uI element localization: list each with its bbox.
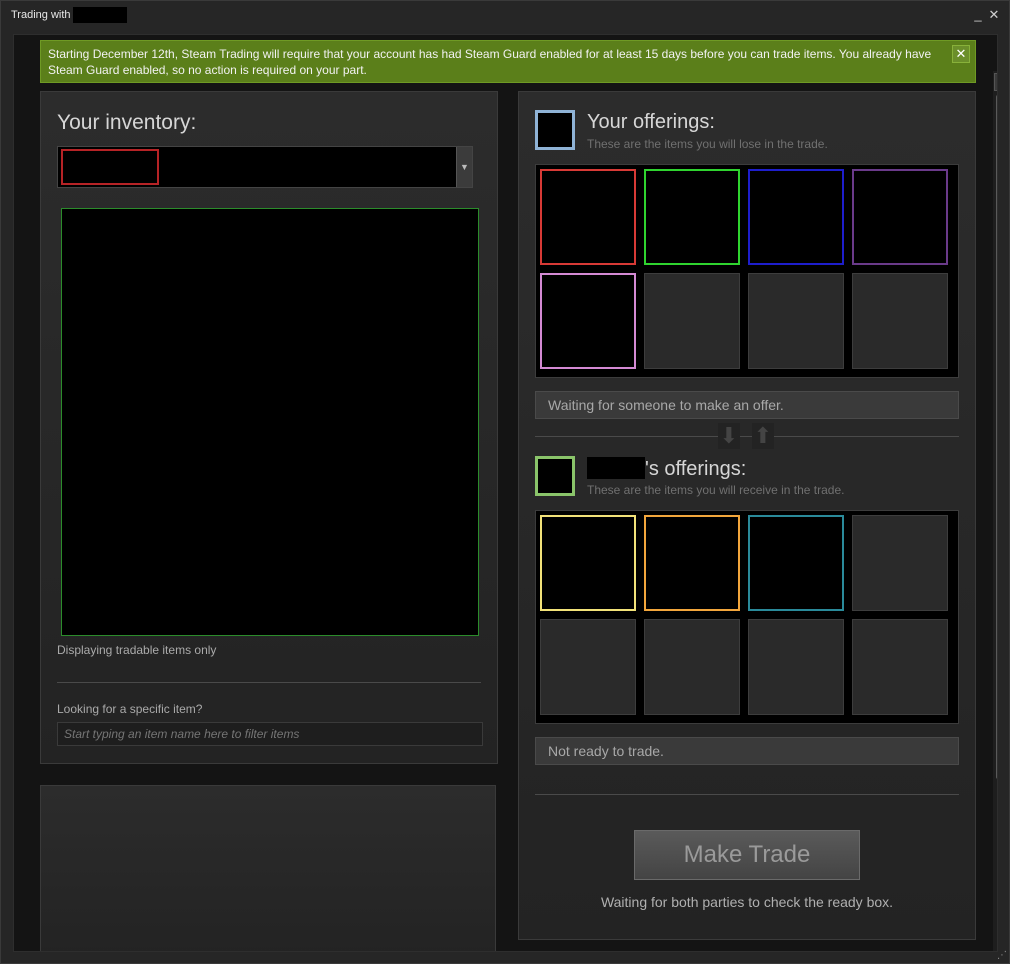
redacted-partner-name xyxy=(587,457,645,479)
your-offering-slot-3[interactable] xyxy=(748,169,844,265)
notice-close-button[interactable]: ✕ xyxy=(952,45,970,63)
waiting-label: Waiting for both parties to check the re… xyxy=(600,894,894,910)
partner-offerings-subtitle: These are the items you will receive in … xyxy=(587,483,845,497)
vertical-scrollbar[interactable]: ▲ ⋮⋮⋮ ▼ xyxy=(993,71,997,951)
minimize-button[interactable]: _ xyxy=(971,7,985,23)
partner-offering-slot-1[interactable] xyxy=(540,515,636,611)
partner-offering-slot-6[interactable] xyxy=(644,619,740,715)
arrow-up-icon: ⬆ xyxy=(752,423,774,449)
steam-guard-notice: Starting December 12th, Steam Trading wi… xyxy=(40,40,976,83)
window-title: Trading with xyxy=(11,9,71,21)
grip-icon: ⋮⋮⋮ xyxy=(996,427,997,436)
trade-panel: Your offerings: These are the items you … xyxy=(518,91,976,940)
displaying-tradable-label: Displaying tradable items only xyxy=(57,643,217,657)
your-offerings-subtitle: These are the items you will lose in the… xyxy=(587,137,828,151)
your-offering-slot-8[interactable] xyxy=(852,273,948,369)
your-offerings-title: Your offerings: xyxy=(587,111,715,133)
your-offering-slot-7[interactable] xyxy=(748,273,844,369)
looking-for-item-label: Looking for a specific item? xyxy=(57,702,203,716)
arrow-down-icon: ⬇ xyxy=(718,423,740,449)
your-avatar xyxy=(535,110,575,150)
your-offering-slot-2[interactable] xyxy=(644,169,740,265)
close-window-button[interactable]: ✕ xyxy=(987,7,1001,23)
partner-offering-slot-7[interactable] xyxy=(748,619,844,715)
your-offering-slot-4[interactable] xyxy=(852,169,948,265)
divider xyxy=(535,794,959,795)
notice-text: Starting December 12th, Steam Trading wi… xyxy=(48,47,932,77)
your-offering-slot-1[interactable] xyxy=(540,169,636,265)
partner-offering-slot-3[interactable] xyxy=(748,515,844,611)
divider xyxy=(57,682,481,683)
your-offering-slot-5[interactable] xyxy=(540,273,636,369)
inventory-panel: Your inventory: ▼ Displaying tradable it… xyxy=(40,91,498,764)
partner-offerings-slots xyxy=(535,510,959,724)
trade-content: Starting December 12th, Steam Trading wi… xyxy=(13,34,998,952)
trade-window: Trading with _ ✕ Starting December 12th,… xyxy=(0,0,1010,964)
partner-offerings-title-text: 's offerings: xyxy=(645,458,747,480)
partner-offering-slot-8[interactable] xyxy=(852,619,948,715)
scrollbar-thumb[interactable]: ⋮⋮⋮ xyxy=(996,95,997,779)
selected-game-icon xyxy=(61,149,159,185)
partner-offering-slot-4[interactable] xyxy=(852,515,948,611)
scroll-up-icon[interactable]: ▲ xyxy=(994,73,997,91)
resize-grip-icon[interactable]: ⋰ xyxy=(997,950,1007,961)
item-info-panel xyxy=(40,785,496,951)
partner-offering-slot-2[interactable] xyxy=(644,515,740,611)
item-filter-input[interactable] xyxy=(57,722,483,746)
make-trade-button[interactable]: Make Trade xyxy=(634,830,860,880)
your-status-bar: Waiting for someone to make an offer. xyxy=(535,391,959,419)
title-bar[interactable]: Trading with _ ✕ xyxy=(1,1,1009,31)
partner-offering-slot-5[interactable] xyxy=(540,619,636,715)
partner-offerings-title: 's offerings: xyxy=(587,457,746,481)
your-offerings-slots xyxy=(535,164,959,378)
inventory-grid[interactable] xyxy=(61,208,479,636)
redacted-partner-name xyxy=(73,7,127,23)
divider xyxy=(535,436,959,437)
partner-status-bar: Not ready to trade. xyxy=(535,737,959,765)
partner-avatar xyxy=(535,456,575,496)
inventory-title: Your inventory: xyxy=(57,111,197,134)
inventory-select[interactable]: ▼ xyxy=(57,146,473,188)
your-offering-slot-6[interactable] xyxy=(644,273,740,369)
chevron-down-icon[interactable]: ▼ xyxy=(456,147,472,187)
